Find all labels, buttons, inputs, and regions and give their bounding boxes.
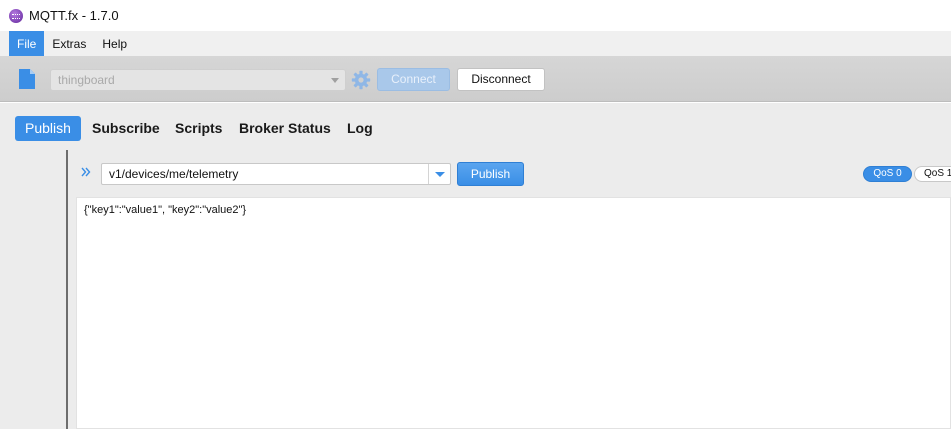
window-title-bar: MQTT.fx - 1.7.0 [0,0,951,31]
tab-scripts[interactable]: Scripts [175,116,222,141]
menu-bar: File Extras Help [0,31,951,56]
chevron-down-icon [435,172,445,177]
topic-combobox[interactable] [101,163,451,185]
window-title: MQTT.fx - 1.7.0 [29,8,119,23]
connection-profile-select[interactable]: thingboard [50,69,346,91]
payload-text[interactable]: {"key1":"value1", "key2":"value2"} [84,204,246,216]
tab-log[interactable]: Log [347,116,373,141]
payload-editor[interactable]: {"key1":"value1", "key2":"value2"} [76,197,951,429]
left-panel [0,150,66,429]
menu-file[interactable]: File [9,31,45,56]
qos-1-toggle[interactable]: QoS 1 [914,166,951,182]
connection-profile-value: thingboard [58,73,115,87]
mqttfx-logo-icon [9,8,23,23]
publish-panel: Publish QoS 0 QoS 1 {"key1":"value1", "k… [68,150,951,429]
tab-publish[interactable]: Publish [15,116,81,141]
qos-0-toggle[interactable]: QoS 0 [863,166,912,182]
menu-help[interactable]: Help [94,31,135,56]
main-tab-bar: Publish Subscribe Scripts Broker Status … [0,103,951,150]
double-chevron-right-icon[interactable] [81,167,91,177]
topic-dropdown-button[interactable] [428,164,450,184]
disconnect-button[interactable]: Disconnect [457,68,545,91]
menu-extras[interactable]: Extras [44,31,94,56]
tab-broker-status[interactable]: Broker Status [239,116,331,141]
tab-subscribe[interactable]: Subscribe [92,116,160,141]
gear-icon[interactable] [351,70,371,90]
connection-toolbar: thingboard Connect Disconnect [0,56,951,102]
connect-button[interactable]: Connect [377,68,450,91]
chevron-down-icon [331,78,339,83]
topic-input[interactable] [102,164,428,184]
file-icon[interactable] [18,68,36,90]
publish-button[interactable]: Publish [457,162,524,186]
